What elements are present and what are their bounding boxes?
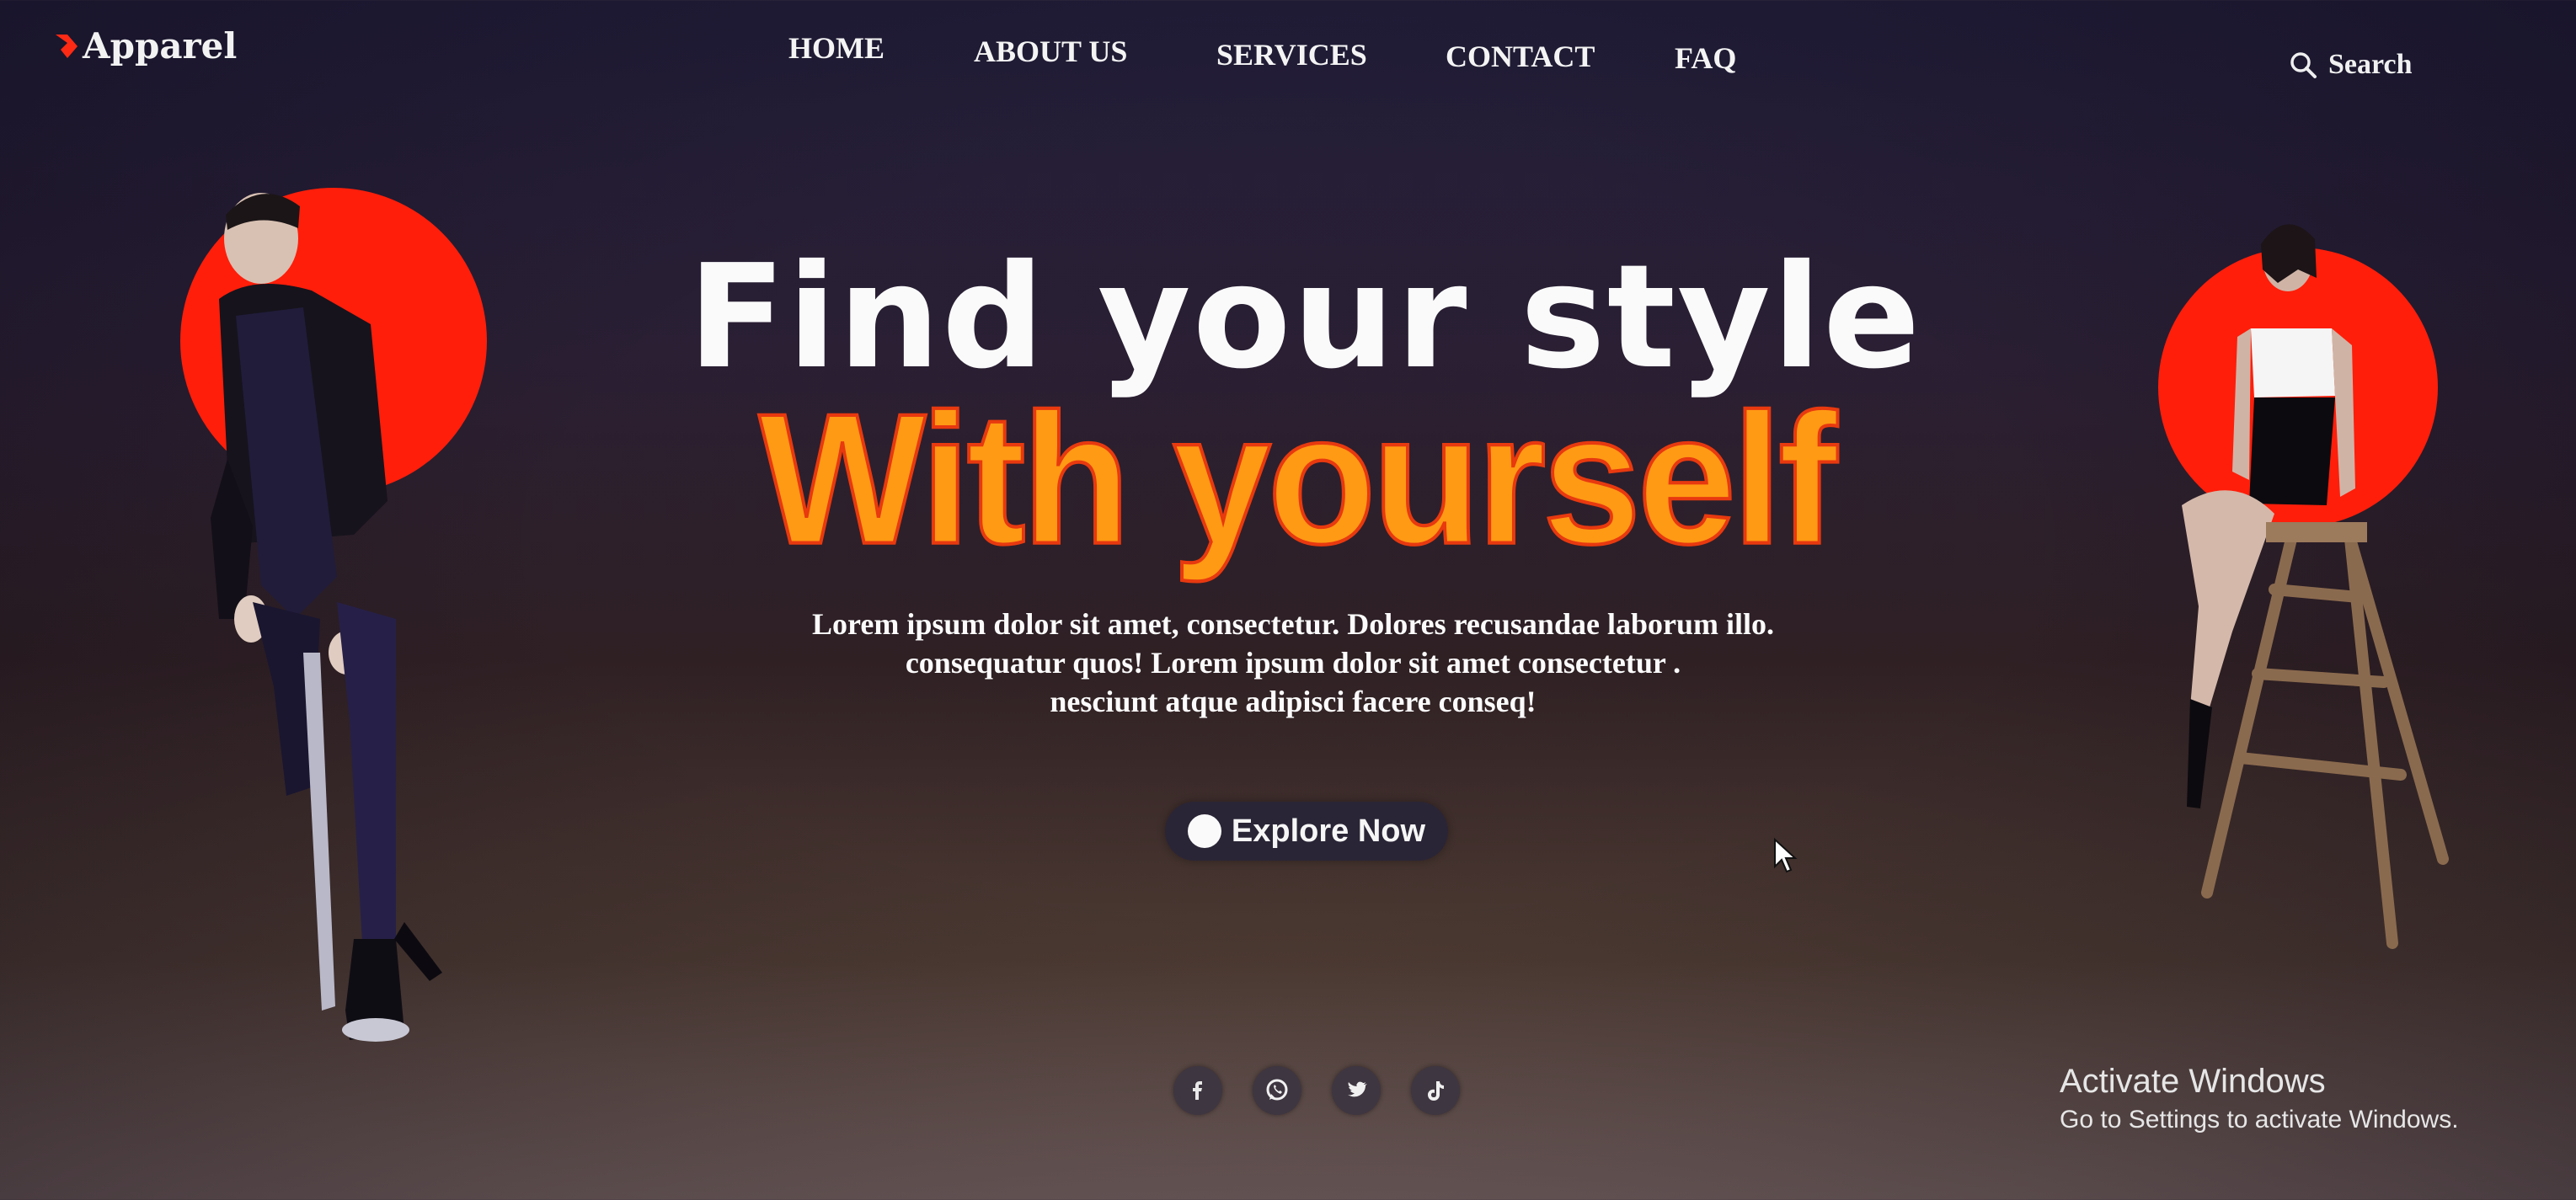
explore-now-button[interactable]: Explore Now [1165, 802, 1448, 861]
hero-subheadline: With yourself [757, 373, 1839, 584]
activation-title: Activate Windows [2060, 1063, 2326, 1100]
nav-about-us[interactable]: ABOUT US [974, 34, 1127, 69]
whatsapp-icon [1266, 1079, 1288, 1101]
lead-line: nesciunt atque adipisci facere conseq! [1050, 685, 1537, 718]
nav-faq[interactable]: FAQ [1675, 40, 1736, 76]
search-icon [2290, 52, 2317, 78]
nav-home[interactable]: HOME [788, 30, 884, 66]
whatsapp-link[interactable] [1253, 1066, 1301, 1115]
lead-line: Lorem ipsum dolor sit amet, consectetur.… [812, 607, 1774, 641]
explore-now-label: Explore Now [1231, 813, 1426, 849]
mouse-cursor-icon [1774, 838, 1798, 873]
activation-subtitle: Go to Settings to activate Windows. [2060, 1106, 2459, 1133]
twitter-icon [1348, 1081, 1367, 1097]
hero-lead-paragraph: Lorem ipsum dolor sit amet, consectetur.… [5, 605, 2576, 721]
tiktok-link[interactable] [1411, 1066, 1460, 1115]
nav-contact[interactable]: CONTACT [1446, 39, 1595, 74]
facebook-icon [1193, 1081, 1202, 1100]
twitter-link[interactable] [1332, 1066, 1381, 1115]
social-links [1173, 1066, 1460, 1115]
nav-services[interactable]: SERVICES [1216, 37, 1367, 72]
main-nav: HOME ABOUT US SERVICES CONTACT FAQ [0, 30, 2576, 81]
windows-activation-notice: Activate Windows Go to Settings to activ… [2060, 1063, 2459, 1134]
lead-line: consequatur quos! Lorem ipsum dolor sit … [905, 646, 1681, 680]
search-label: Search [2328, 49, 2413, 80]
facebook-link[interactable] [1173, 1066, 1222, 1115]
tiktok-icon [1428, 1081, 1444, 1101]
search-button[interactable]: Search [2288, 49, 2412, 81]
circle-icon [1187, 814, 1221, 848]
